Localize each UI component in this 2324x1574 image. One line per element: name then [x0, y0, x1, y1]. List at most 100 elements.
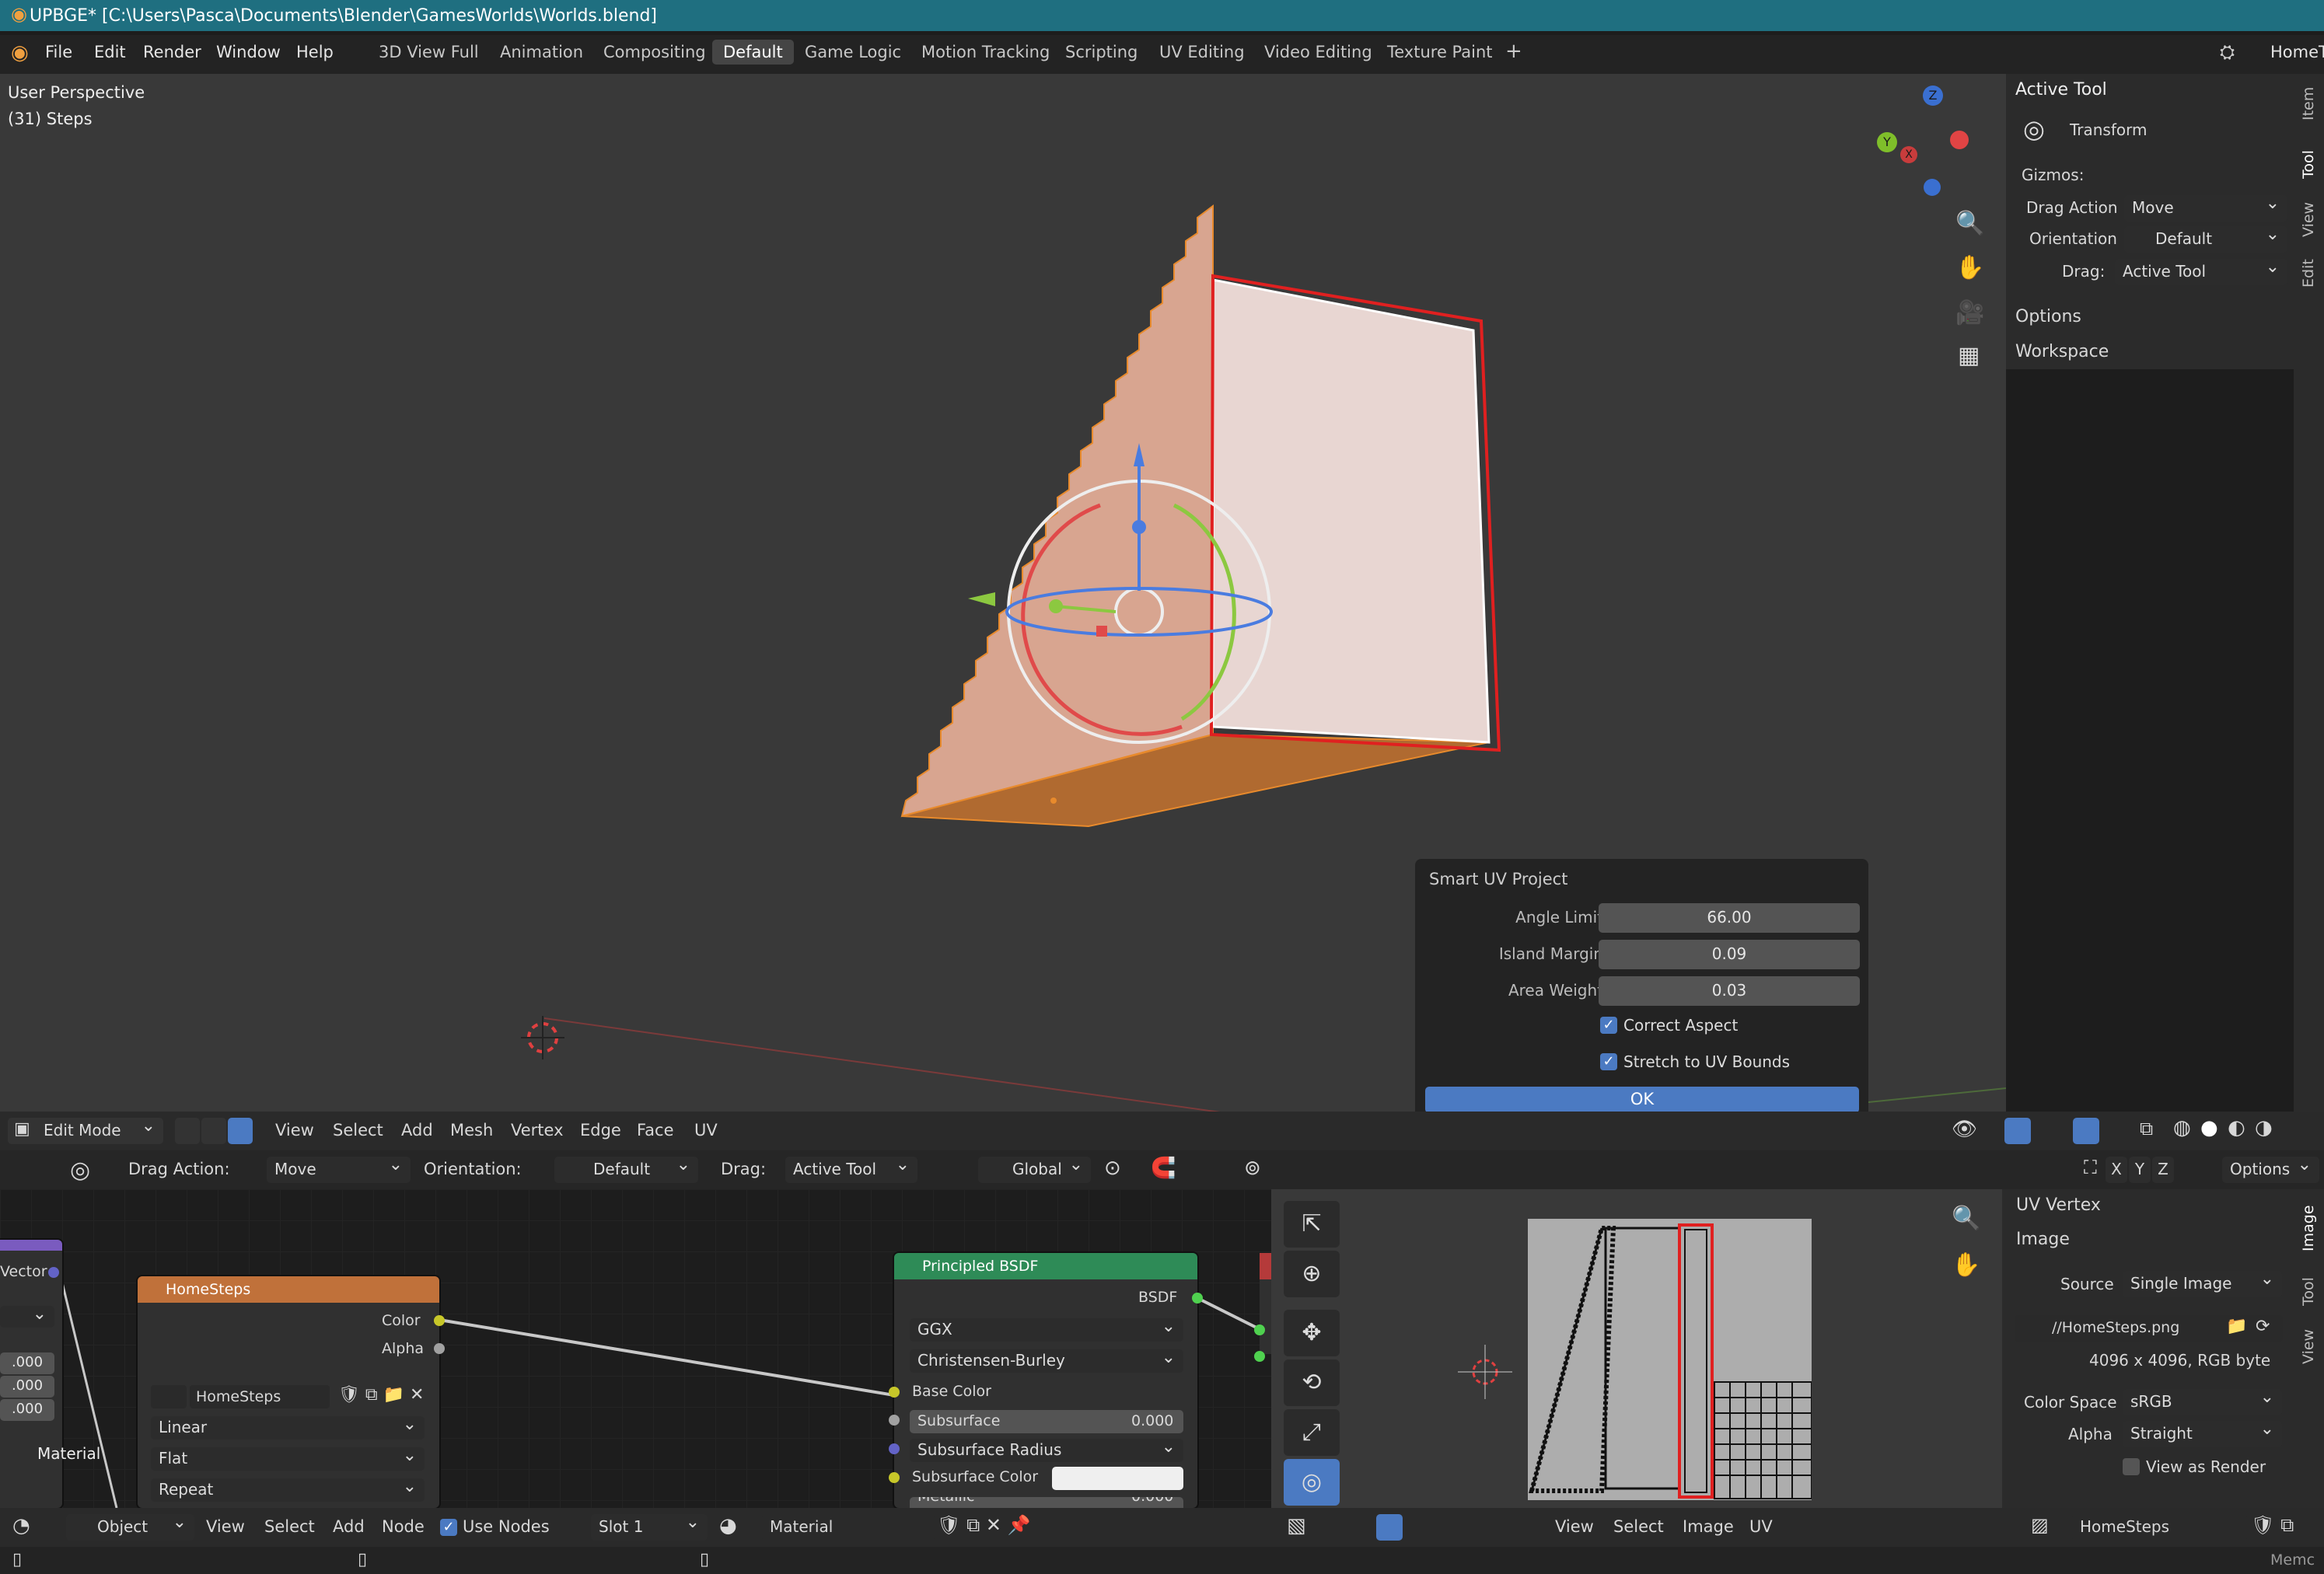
angle-limit-field[interactable]: 66.00: [1599, 903, 1860, 933]
snap-icon[interactable]: 🧲: [1151, 1157, 1176, 1180]
node-menu-node[interactable]: Node: [382, 1517, 425, 1536]
transform-icon[interactable]: ◎: [70, 1157, 90, 1184]
uv-zoom-icon[interactable]: 🔍: [1952, 1205, 1980, 1232]
move-tool-button[interactable]: ✥: [1284, 1310, 1340, 1356]
metallic-field[interactable]: Metallic 0.000: [910, 1497, 1183, 1508]
rendered-shading-icon[interactable]: ◑: [2255, 1116, 2273, 1139]
image-name-field[interactable]: HomeSteps: [190, 1385, 330, 1408]
add-workspace-button[interactable]: +: [1505, 40, 1522, 63]
partial-value-3[interactable]: .000: [0, 1399, 54, 1421]
uv-image-canvas[interactable]: [1528, 1219, 1812, 1500]
orientation-dropdown[interactable]: Default: [2124, 225, 2287, 253]
node-menu-add[interactable]: Add: [333, 1517, 365, 1536]
mirror-x-button[interactable]: X: [2106, 1157, 2127, 1183]
tab-3d-view-full[interactable]: 3D View Full: [379, 43, 479, 61]
pan-hand-icon[interactable]: ✋: [1955, 254, 1984, 281]
cursor-tool-button[interactable]: ⊕: [1284, 1251, 1340, 1297]
principled-bsdf-node[interactable]: Principled BSDF BSDF GGX Christensen-Bur…: [889, 1253, 1203, 1508]
tab-default[interactable]: Default: [712, 40, 794, 65]
node-menu-view[interactable]: View: [206, 1517, 245, 1536]
object-mode-dropdown[interactable]: Object: [66, 1513, 194, 1541]
edge-select-button[interactable]: [201, 1118, 226, 1144]
camera-view-icon[interactable]: 🎥: [1955, 299, 1984, 326]
gizmo-z-axis[interactable]: Z: [1923, 86, 1943, 106]
gizmo-y-axis[interactable]: Y: [1877, 132, 1897, 152]
base-color-socket[interactable]: [889, 1387, 900, 1398]
partial-value-2[interactable]: .000: [0, 1376, 54, 1398]
gizmo-x-positive[interactable]: [1950, 131, 1969, 149]
tab-texture-paint[interactable]: Texture Paint: [1387, 43, 1493, 61]
menu-edit[interactable]: Edit: [94, 43, 126, 61]
menu-edge[interactable]: Edge: [580, 1121, 621, 1139]
orientation-dropdown-2[interactable]: Default: [554, 1155, 698, 1183]
view-as-render-checkbox[interactable]: [2123, 1458, 2140, 1475]
uv-menu-image[interactable]: Image: [1683, 1517, 1734, 1536]
subsurface-color-swatch[interactable]: [1052, 1467, 1183, 1490]
uv-vertex-mode-button[interactable]: [1376, 1514, 1403, 1541]
uv-image-name-field[interactable]: HomeSteps: [2072, 1514, 2247, 1541]
image-panel-header[interactable]: Image: [2016, 1230, 2070, 1249]
color-socket[interactable]: [434, 1315, 445, 1326]
options-dropdown[interactable]: Options: [2222, 1155, 2319, 1183]
menu-help[interactable]: Help: [296, 43, 334, 61]
material-actions-icons[interactable]: 🛡 ⧉ ✕ 📌: [937, 1514, 1030, 1536]
proportional-edit-icon[interactable]: ⊚: [1244, 1157, 1261, 1180]
tab-animation[interactable]: Animation: [500, 43, 583, 61]
subsurface-method-dropdown[interactable]: Christensen-Burley: [910, 1348, 1183, 1373]
workspace-header[interactable]: Workspace: [2015, 342, 2109, 361]
image-browse-icon-2[interactable]: ▨: [2031, 1514, 2049, 1536]
mirror-y-button[interactable]: Y: [2129, 1157, 2151, 1183]
partial-value-1[interactable]: .000: [0, 1352, 54, 1374]
drag-dropdown[interactable]: Active Tool: [2115, 257, 2287, 285]
projection-dropdown[interactable]: Flat: [151, 1446, 425, 1471]
menu-add[interactable]: Add: [401, 1121, 433, 1139]
face-select-button[interactable]: [228, 1118, 253, 1144]
mirror-options-icon[interactable]: ⛶: [2084, 1157, 2097, 1178]
gizmo-toggle-button[interactable]: [2004, 1118, 2031, 1144]
output-node-partial[interactable]: [1254, 1253, 1271, 1362]
extension-dropdown[interactable]: Repeat: [151, 1477, 425, 1502]
alpha-dropdown[interactable]: Straight: [2123, 1419, 2282, 1447]
distribution-dropdown[interactable]: GGX: [910, 1317, 1183, 1342]
uv-vertex-header[interactable]: UV Vertex: [2016, 1195, 2101, 1215]
material-name-field[interactable]: Material: [762, 1514, 935, 1541]
menu-window[interactable]: Window: [216, 43, 281, 61]
scene-icon[interactable]: ⛭: [2220, 41, 2235, 63]
options-header[interactable]: Options: [2015, 307, 2081, 326]
menu-select[interactable]: Select: [333, 1121, 383, 1139]
tab-uv-editing[interactable]: UV Editing: [1159, 43, 1245, 61]
visibility-icon[interactable]: 👁: [1952, 1118, 1977, 1141]
subsurface-radius-dropdown[interactable]: Subsurface Radius: [910, 1437, 1183, 1462]
material-shading-icon[interactable]: ◐: [2228, 1116, 2245, 1139]
navigation-gizmo[interactable]: Z Y X: [1866, 86, 1975, 196]
drag-action-dropdown-2[interactable]: Move: [267, 1155, 411, 1183]
tab-tool[interactable]: Tool: [2300, 150, 2317, 179]
tab-edit[interactable]: Edit: [2300, 259, 2317, 288]
uv-image-actions-icons[interactable]: 🛡 ⧉: [2251, 1514, 2294, 1536]
menu-view[interactable]: View: [275, 1121, 314, 1139]
select-tool-button[interactable]: ⇱: [1284, 1201, 1340, 1248]
correct-aspect-checkbox[interactable]: ✓: [1600, 1017, 1617, 1034]
uv-editor[interactable]: ⇱ ⊕ ✥ ⟲ ⤢ ◎ 🔍 ✋: [1271, 1189, 2002, 1508]
menu-uv[interactable]: UV: [694, 1121, 718, 1139]
tab-video-editing[interactable]: Video Editing: [1264, 43, 1372, 61]
uv-menu-uv[interactable]: UV: [1749, 1517, 1773, 1536]
tab-view[interactable]: View: [2300, 202, 2317, 237]
tab-compositing[interactable]: Compositing: [603, 43, 706, 61]
tab-item[interactable]: Item: [2300, 87, 2317, 120]
vector-socket[interactable]: [48, 1267, 59, 1278]
blender-menu-icon[interactable]: ◉: [11, 41, 29, 65]
menu-vertex[interactable]: Vertex: [511, 1121, 564, 1139]
drag-dropdown-2[interactable]: Active Tool: [785, 1155, 917, 1183]
bsdf-output-socket[interactable]: [1192, 1293, 1203, 1304]
area-weight-field[interactable]: 0.03: [1599, 976, 1860, 1006]
uv-tab-tool[interactable]: Tool: [2300, 1277, 2317, 1306]
folder-icon[interactable]: 📁: [2226, 1317, 2247, 1336]
uv-tab-image[interactable]: Image: [2300, 1205, 2317, 1251]
stretch-uv-checkbox[interactable]: ✓: [1600, 1053, 1617, 1070]
image-actions-icons[interactable]: 🛡 ⧉ 📁 ✕: [338, 1385, 424, 1405]
menu-face[interactable]: Face: [637, 1121, 674, 1139]
uv-tab-view[interactable]: View: [2300, 1329, 2317, 1364]
scene-name[interactable]: HomeT: [2270, 43, 2324, 61]
zoom-icon[interactable]: 🔍: [1955, 210, 1984, 237]
